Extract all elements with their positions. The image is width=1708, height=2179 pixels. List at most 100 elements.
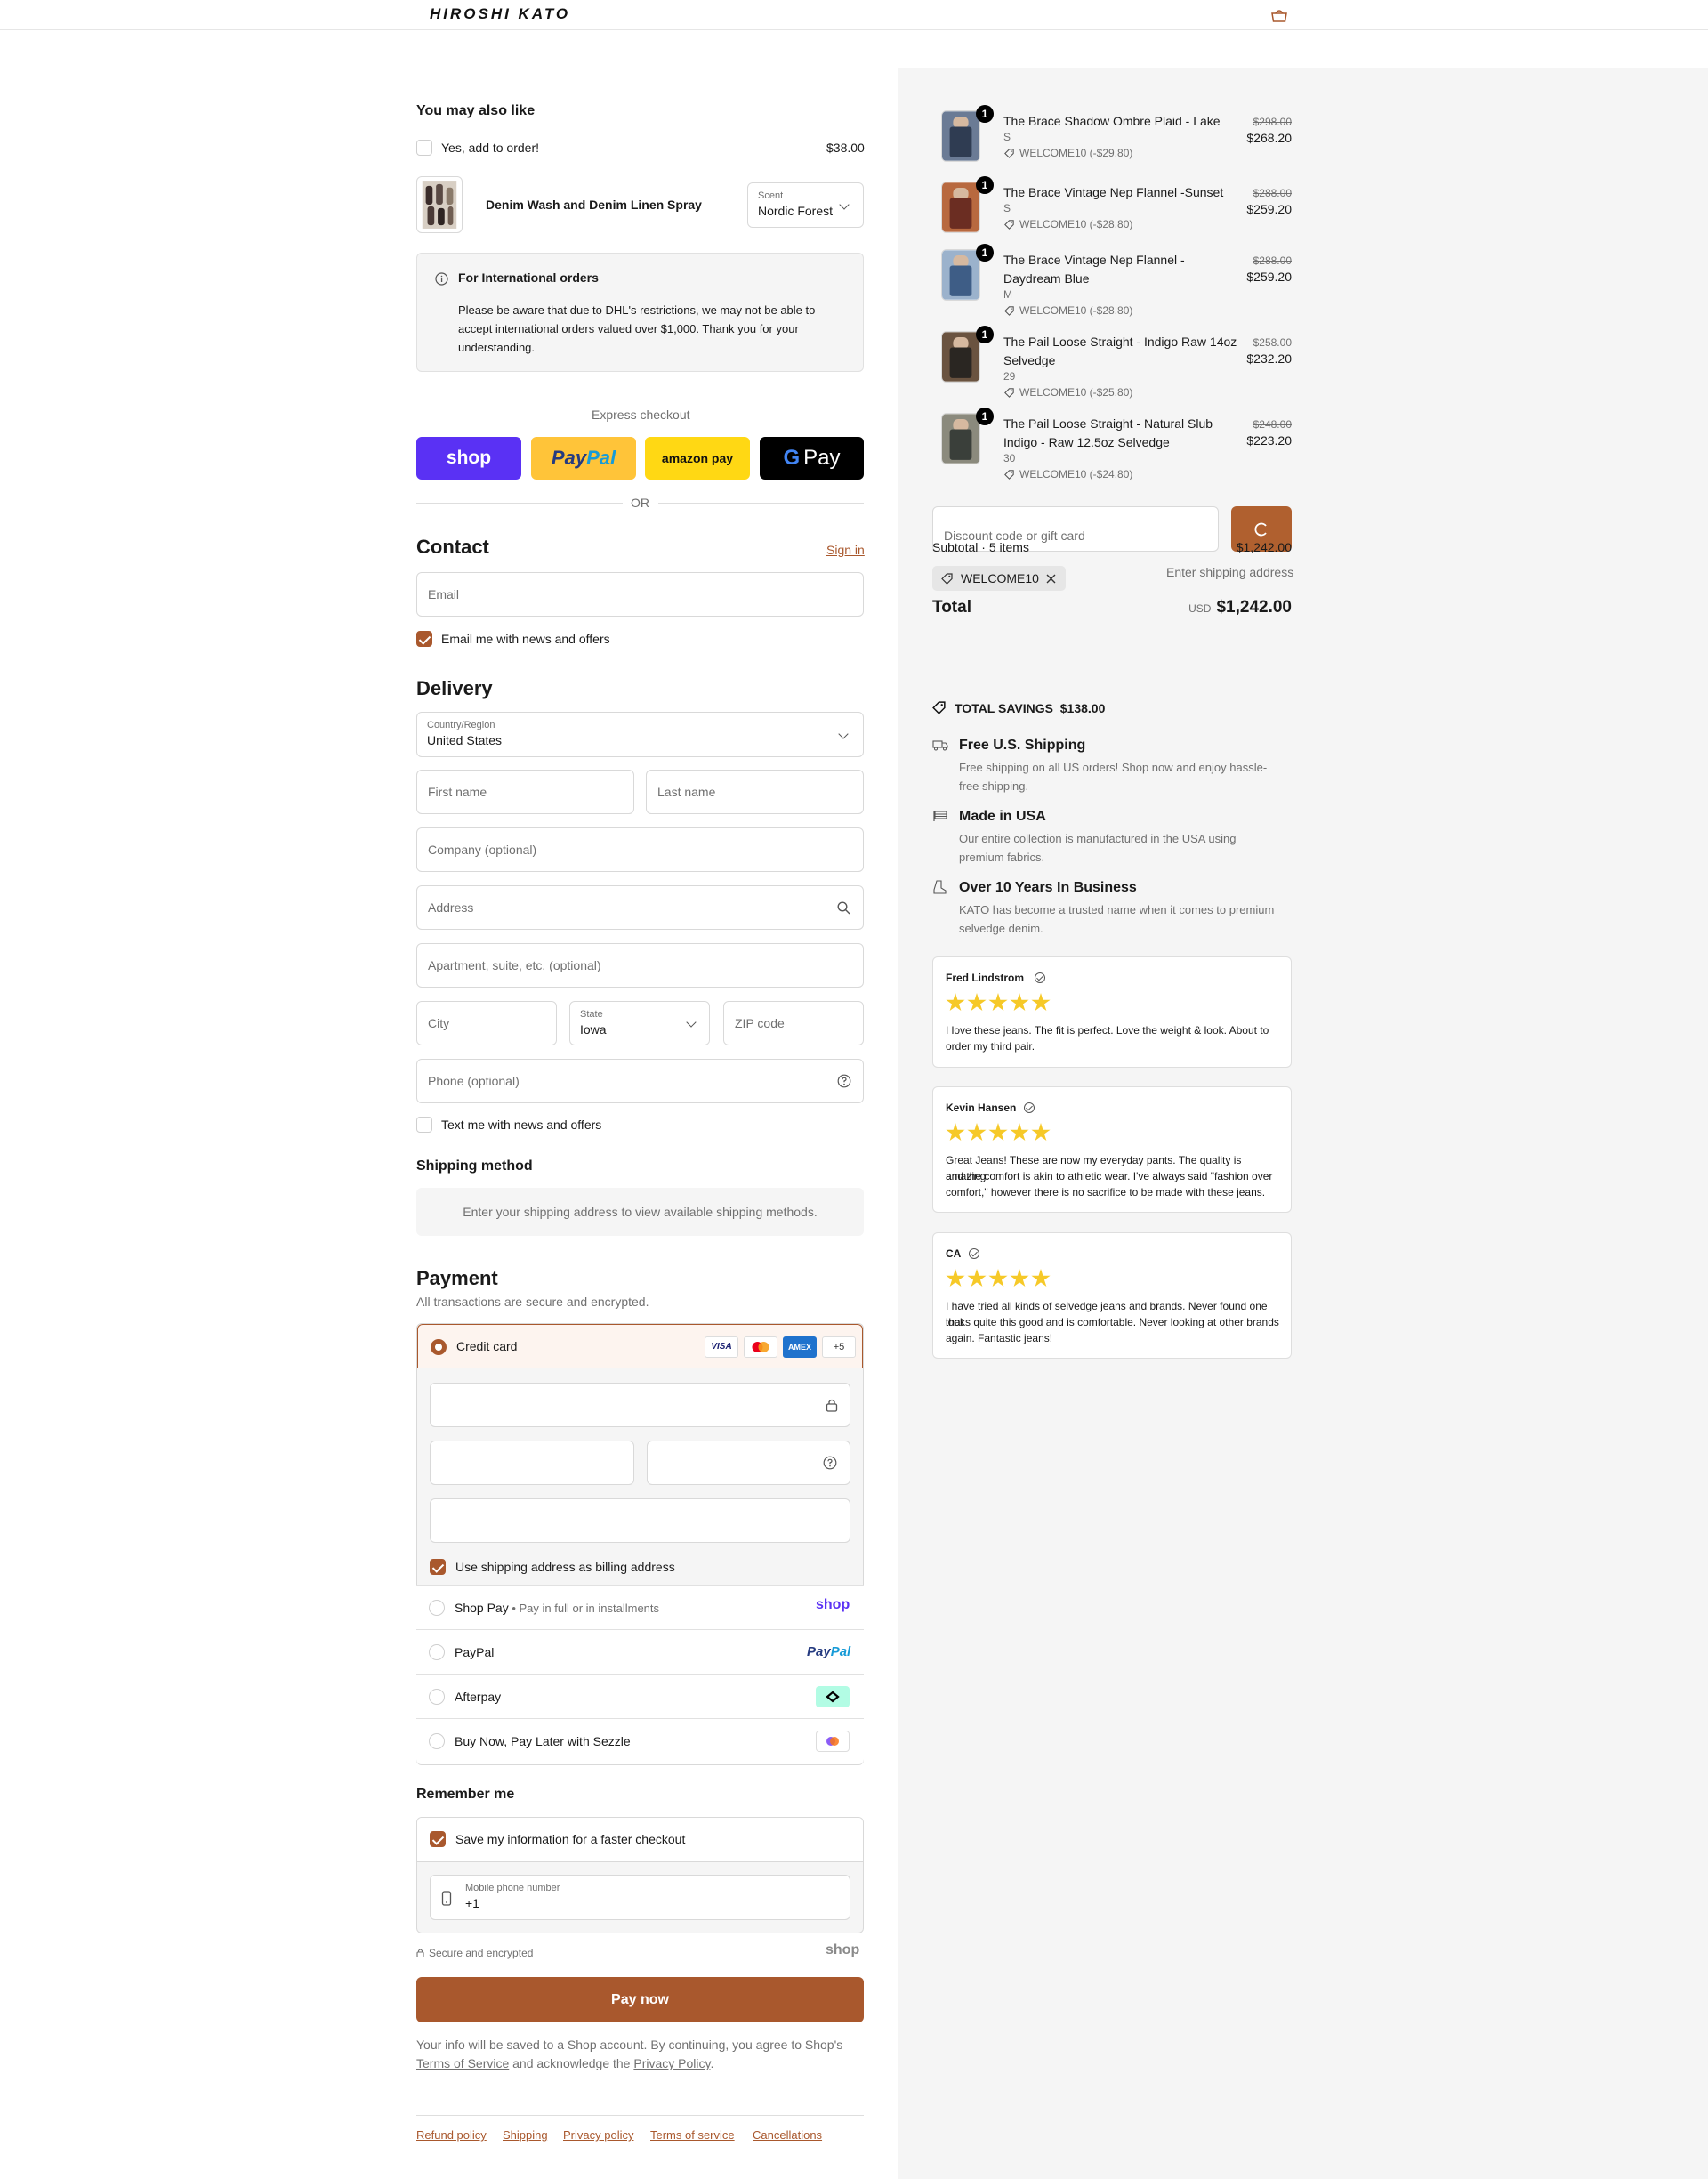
phone-field[interactable]: Phone (optional) xyxy=(416,1059,864,1103)
amazon-pay-express-button[interactable]: amazon pay xyxy=(645,437,750,480)
google-pay-express-button[interactable]: G Pay xyxy=(760,437,864,480)
search-icon xyxy=(837,901,850,915)
afterpay-option[interactable]: Afterpay xyxy=(416,1674,864,1718)
shop-pay-radio[interactable] xyxy=(429,1600,445,1616)
last-name-placeholder: Last name xyxy=(657,785,716,799)
divider xyxy=(658,503,864,504)
star-icon xyxy=(967,993,987,1012)
verified-icon xyxy=(1024,1102,1035,1113)
afterpay-label: Afterpay xyxy=(455,1690,502,1704)
save-info-checkbox[interactable] xyxy=(430,1831,446,1847)
notice-title: For International orders xyxy=(458,270,599,285)
afterpay-radio[interactable] xyxy=(429,1689,445,1705)
zip-field[interactable]: ZIP code xyxy=(723,1001,864,1045)
first-name-field[interactable]: First name xyxy=(416,770,634,814)
paypal-option[interactable]: PayPal PayPal xyxy=(416,1629,864,1674)
contact-heading: Contact xyxy=(416,536,489,558)
order-item-title: The Brace Vintage Nep Flannel - xyxy=(1003,253,1185,267)
total-amount: USD $1,242.00 xyxy=(1139,598,1292,617)
upsell-heading: You may also like xyxy=(416,103,536,118)
expiration-field[interactable] xyxy=(430,1441,634,1485)
help-icon[interactable] xyxy=(823,1456,837,1470)
star-icon xyxy=(967,1269,987,1287)
paypal-logo: PayPal xyxy=(807,1644,850,1659)
phone-placeholder: Phone (optional) xyxy=(428,1074,520,1088)
card-form: Use shipping address as billing address xyxy=(417,1368,863,1589)
text-news-checkbox[interactable] xyxy=(416,1117,432,1133)
star-icon xyxy=(1031,1123,1051,1142)
divider xyxy=(416,503,623,504)
email-news-checkbox[interactable] xyxy=(416,631,432,647)
order-item-discount: WELCOME10 (-$28.80) xyxy=(1019,304,1133,317)
privacy-link[interactable]: Privacy Policy xyxy=(633,2056,710,2070)
remove-icon[interactable] xyxy=(1046,574,1056,584)
state-label: State xyxy=(580,1009,603,1020)
pay-now-button[interactable]: Pay now xyxy=(416,1977,864,2022)
text-news-label: Text me with news and offers xyxy=(441,1118,602,1132)
bag-icon[interactable] xyxy=(1270,8,1288,22)
paypal-express-button[interactable]: PayPal xyxy=(531,437,636,480)
sezzle-option[interactable]: Buy Now, Pay Later with Sezzle xyxy=(416,1718,864,1764)
paypal-logo: PayPal xyxy=(552,447,616,470)
shop-pay-express-button[interactable]: shop xyxy=(416,437,521,480)
order-item-discount: WELCOME10 (-$25.80) xyxy=(1019,386,1133,399)
email-field[interactable]: Email xyxy=(416,572,864,617)
shop-pay-option[interactable]: Shop Pay • Pay in full or in installment… xyxy=(416,1585,864,1629)
shipping-policy-link[interactable]: Shipping xyxy=(503,2128,548,2142)
paypal-radio[interactable] xyxy=(429,1644,445,1660)
upsell-product-image xyxy=(416,176,463,233)
order-item-discount: WELCOME10 (-$29.80) xyxy=(1019,147,1133,159)
last-name-field[interactable]: Last name xyxy=(646,770,864,814)
review-text: looks quite this good and is comfortable… xyxy=(946,1316,1279,1328)
order-item-image xyxy=(941,249,980,301)
verified-icon xyxy=(1035,972,1045,983)
quantity-badge: 1 xyxy=(976,244,994,262)
legal-end: . xyxy=(710,2056,714,2070)
country-value: United States xyxy=(427,733,503,747)
card-number-field[interactable] xyxy=(430,1383,850,1427)
privacy-policy-link[interactable]: Privacy policy xyxy=(563,2128,633,2142)
brand-logo[interactable]: HIROSHI KATO xyxy=(430,4,618,22)
paypal-logo-pal: Pal xyxy=(586,447,616,469)
address-field[interactable]: Address xyxy=(416,885,864,930)
help-icon[interactable] xyxy=(837,1074,851,1088)
review-card: CA I have tried all kinds of selvedge je… xyxy=(932,1232,1292,1359)
shop-pay-logo: shop xyxy=(816,1597,850,1612)
country-select[interactable]: Country/Region United States xyxy=(416,712,864,757)
credit-card-label: Credit card xyxy=(456,1339,518,1353)
credit-card-radio[interactable] xyxy=(431,1339,447,1355)
scent-label: Scent xyxy=(758,190,784,201)
sezzle-radio[interactable] xyxy=(429,1733,445,1749)
total-label: Total xyxy=(932,598,971,617)
order-item-original-price: $288.00 xyxy=(1253,254,1292,267)
boot-icon xyxy=(933,880,947,894)
shipping-method-placeholder: Enter your shipping address to view avai… xyxy=(416,1188,864,1236)
terms-of-service-link[interactable]: Terms of service xyxy=(650,2128,735,2142)
credit-card-option[interactable]: Credit card VISA AMEX +5 xyxy=(417,1324,863,1368)
state-select[interactable]: State Iowa xyxy=(569,1001,710,1045)
star-icon xyxy=(988,1123,1008,1142)
apartment-field[interactable]: Apartment, suite, etc. (optional) xyxy=(416,943,864,988)
billing-same-checkbox[interactable] xyxy=(430,1559,446,1575)
security-code-field[interactable] xyxy=(647,1441,850,1485)
cancellations-link[interactable]: Cancellations xyxy=(753,2128,822,2142)
mobile-phone-field[interactable]: Mobile phone number +1 xyxy=(430,1875,850,1920)
scent-select[interactable]: Scent Nordic Forest xyxy=(747,182,864,228)
name-on-card-field[interactable] xyxy=(430,1498,850,1543)
review-text: comfort," however there is no sacrifice … xyxy=(946,1186,1266,1198)
international-notice: For International orders Please be aware… xyxy=(416,253,864,372)
terms-link[interactable]: Terms of Service xyxy=(416,2056,509,2070)
email-placeholder: Email xyxy=(428,587,460,601)
discount-chip-code: WELCOME10 xyxy=(961,571,1039,585)
divider xyxy=(416,2115,864,2116)
upsell-add-checkbox[interactable] xyxy=(416,140,432,156)
city-field[interactable]: City xyxy=(416,1001,557,1045)
refund-policy-link[interactable]: Refund policy xyxy=(416,2128,487,2142)
paypal-label: PayPal xyxy=(455,1645,495,1659)
company-field[interactable]: Company (optional) xyxy=(416,827,864,872)
star-icon xyxy=(1031,1269,1051,1287)
info-icon xyxy=(435,272,448,286)
lock-icon xyxy=(826,1399,838,1412)
sign-in-link[interactable]: Sign in xyxy=(826,543,865,557)
quantity-badge: 1 xyxy=(976,408,994,425)
